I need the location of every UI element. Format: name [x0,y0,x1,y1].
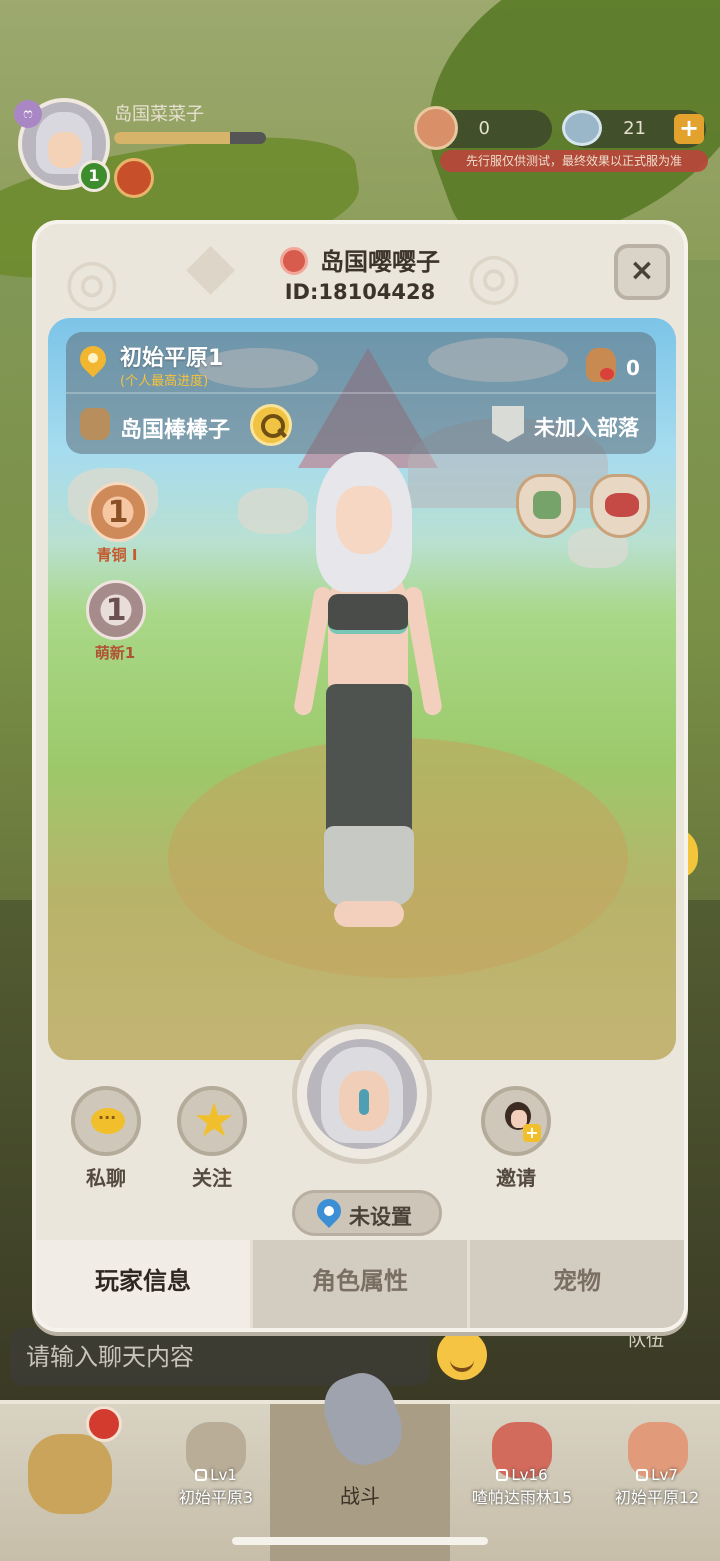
gender-icon [280,247,308,275]
player-nickname: 岛国嘤嘤子 [320,248,440,276]
lock-icon [496,1469,509,1481]
player-name: 岛国菜菜子 [114,104,204,125]
lock-icon [636,1469,649,1481]
location-pin-icon [80,346,106,378]
close-button[interactable]: × [614,244,670,300]
resource-pill-gem[interactable]: 21 + [562,110,706,148]
tab-character-attributes[interactable]: 角色属性 [250,1240,467,1328]
info-panel: 初始平原1 (个人最高进度) 0 岛国棒棒子 未加入部落 [66,332,656,454]
private-chat-button[interactable]: 私聊 [66,1086,146,1191]
search-icon[interactable] [250,404,292,446]
location-pin-icon [317,1199,343,1229]
partner-name: 岛国棒棒子 [120,418,231,443]
test-server-notice: 先行服仅供测试，最终效果以正式服为准 [440,150,708,172]
follow-button[interactable]: 关注 [172,1086,252,1191]
nav-label: 初始平原12 [614,1488,700,1507]
invite-button[interactable]: + 邀请 [476,1086,556,1191]
resource-value: 0 [478,118,490,139]
character-model [288,446,458,946]
tribe-flag-icon [492,406,524,442]
add-gem-button[interactable]: + [674,114,704,144]
nav-character[interactable] [0,1404,144,1561]
alert-bell-icon [86,1406,122,1442]
likes-icon [586,348,616,382]
rank-newbie-label: 萌新1 [94,644,136,662]
divider [66,392,656,394]
invite-label: 邀请 [496,1166,536,1190]
nav-lvl: Lv1 [210,1466,237,1484]
tab-player-info[interactable]: 玩家信息 [36,1240,250,1328]
character-scene: 初始平原1 (个人最高进度) 0 岛国棒棒子 未加入部落 1 青铜 I 1 萌新… [48,318,676,1060]
star-icon [177,1086,247,1156]
rank-bronze-medal[interactable]: 1 [88,482,148,542]
nav-label: 初始平原3 [178,1488,254,1507]
vip-badge-icon: ෆ [14,100,42,128]
buff-icon[interactable] [114,158,154,198]
character-icon [28,1434,112,1514]
player-id: ID:18104428 [284,280,436,304]
resource-pill-meat[interactable]: 0 [414,106,552,150]
exp-bar-fill [114,132,230,144]
invite-icon: + [481,1086,551,1156]
home-indicator[interactable] [232,1537,488,1545]
modal-tabs: 玩家信息 角色属性 宠物 [36,1240,684,1328]
achievement-badge-icon[interactable] [516,474,576,538]
rank-bronze-label: 青铜 I [96,546,138,564]
tab-pets[interactable]: 宠物 [467,1240,684,1328]
lock-icon [195,1469,208,1481]
location-subtitle: (个人最高进度) [120,374,209,389]
nav-label: 战斗 [340,1484,380,1508]
player-portrait[interactable] [292,1024,432,1164]
nav-area-3[interactable]: Lv7 初始平原12 [594,1404,720,1561]
emoji-button[interactable] [437,1330,487,1380]
follow-label: 关注 [192,1166,232,1190]
nav-lvl: Lv16 [511,1466,548,1484]
player-info-modal: ◎ ◆ ◎ 岛国嘤嘤子 ID:18104428 × 初始平原1 (个人最高进度)… [32,220,688,1332]
nav-lvl: Lv7 [651,1466,678,1484]
tribe-status: 未加入部落 [534,416,639,440]
chat-icon [71,1086,141,1156]
exp-bar [114,132,266,144]
player-level-badge: 1 [78,160,110,192]
location-setting-button[interactable]: 未设置 [292,1190,442,1236]
likes-count: 0 [626,356,640,380]
nav-label: 喳帕达雨林15 [471,1488,573,1507]
meat-icon [414,106,458,150]
gem-icon [562,110,602,146]
modal-title: 岛国嘤嘤子 [36,242,684,277]
private-chat-label: 私聊 [86,1166,126,1190]
rank-newbie-medal[interactable]: 1 [86,580,146,640]
location-setting-label: 未设置 [349,1205,412,1229]
partner-icon [80,408,110,440]
meat-badge-icon[interactable] [590,474,650,538]
resource-value: 21 [623,118,646,139]
location-name: 初始平原1 [120,346,224,371]
